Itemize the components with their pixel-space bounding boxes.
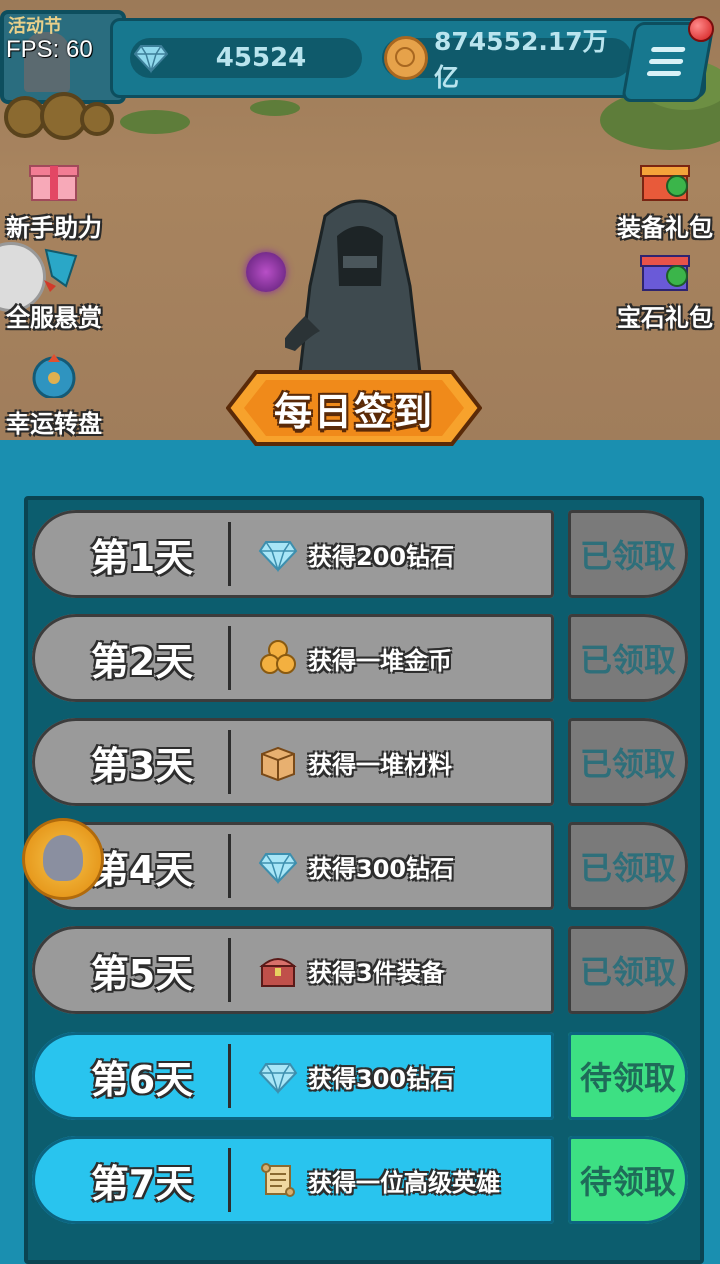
side-button-label: 宝石礼包 xyxy=(617,304,713,332)
row-divider xyxy=(228,1148,231,1212)
scroll-icon xyxy=(258,1160,298,1200)
side-button-label: 新手助力 xyxy=(6,214,102,242)
diamond-icon xyxy=(258,1056,298,1096)
day-row: 第3天 获得一堆材料 已领取 xyxy=(32,718,688,806)
chest-icon xyxy=(258,950,298,990)
diamond-counter: 45524 xyxy=(130,38,362,78)
day-label: 第2天 xyxy=(90,639,194,684)
day-row: 第6天 获得300钻石 待领取 xyxy=(32,1032,688,1120)
coin-icon xyxy=(384,36,428,80)
day-row-body: 第3天 获得一堆材料 xyxy=(32,718,554,806)
row-divider xyxy=(228,522,231,586)
day-row-body: 第4天 获得300钻石 xyxy=(32,822,554,910)
side-button-label: 幸运转盘 xyxy=(6,410,102,438)
row-divider xyxy=(228,626,231,690)
side-button-gem-pack[interactable]: 宝石礼包 xyxy=(612,246,718,333)
claim-button[interactable]: 已领取 xyxy=(568,926,688,1014)
day-label: 第1天 xyxy=(90,535,194,580)
day-row: 第1天 获得200钻石 已领取 xyxy=(32,510,688,598)
side-button-newbie[interactable]: 新手助力 xyxy=(0,156,108,243)
banner-title: 每日签到 xyxy=(273,389,434,434)
side-button-label: 全服悬赏 xyxy=(6,304,102,332)
row-divider xyxy=(228,1044,231,1108)
row-divider xyxy=(228,730,231,794)
day-row: 第4天 获得300钻石 已领取 xyxy=(32,822,688,910)
gears-decoration xyxy=(0,92,120,142)
diamond-icon xyxy=(258,534,298,574)
notification-dot xyxy=(688,16,714,42)
claim-button[interactable]: 待领取 xyxy=(568,1136,688,1224)
coin-bag-icon xyxy=(258,638,298,678)
day-row-body: 第5天 获得3件装备 xyxy=(32,926,554,1014)
day-row-body: 第6天 获得300钻石 xyxy=(32,1032,554,1120)
reward-label: 获得一堆金币 xyxy=(308,646,452,675)
avatar-caption: 活动节 xyxy=(8,16,62,37)
side-button-wheel[interactable]: 幸运转盘 xyxy=(0,352,108,439)
reward-label: 获得300钻石 xyxy=(308,854,455,883)
claim-button[interactable]: 已领取 xyxy=(568,510,688,598)
bounty-icon xyxy=(44,248,78,292)
day-row: 第5天 获得3件装备 已领取 xyxy=(32,926,688,1014)
claim-button[interactable]: 已领取 xyxy=(568,718,688,806)
gift-icon xyxy=(640,255,690,291)
day-label: 第5天 xyxy=(90,951,194,996)
fps-counter: FPS: 60 xyxy=(6,36,93,63)
side-button-bounty[interactable]: 全服悬赏 xyxy=(0,246,108,333)
wheel-icon xyxy=(32,354,76,400)
claim-button[interactable]: 待领取 xyxy=(568,1032,688,1120)
reward-label: 获得200钻石 xyxy=(308,542,455,571)
daily-signin-banner: 每日签到 xyxy=(225,368,483,448)
row-divider xyxy=(228,938,231,1002)
day-row-body: 第1天 获得200钻石 xyxy=(32,510,554,598)
day-row-body: 第2天 获得一堆金币 xyxy=(32,614,554,702)
gold-counter: 874552.17万亿 xyxy=(382,27,632,92)
reward-label: 获得一堆材料 xyxy=(308,750,452,779)
day-row: 第2天 获得一堆金币 已领取 xyxy=(32,614,688,702)
day-label: 第3天 xyxy=(90,743,194,788)
side-button-label: 装备礼包 xyxy=(617,214,713,242)
reward-label: 获得300钻石 xyxy=(308,1064,455,1093)
day-row-body: 第7天 获得一位高级英雄 xyxy=(32,1136,554,1224)
side-button-equipment-pack[interactable]: 装备礼包 xyxy=(612,156,718,243)
claim-button[interactable]: 已领取 xyxy=(568,822,688,910)
magic-orb xyxy=(246,252,286,292)
floating-mascot-button[interactable] xyxy=(22,818,104,900)
day-row: 第7天 获得一位高级英雄 待领取 xyxy=(32,1136,688,1224)
reward-label: 获得3件装备 xyxy=(308,958,445,987)
gift-icon xyxy=(29,165,79,201)
box-icon xyxy=(258,742,298,782)
row-divider xyxy=(228,834,231,898)
reward-label: 获得一位高级英雄 xyxy=(308,1168,500,1197)
gift-icon xyxy=(640,165,690,201)
day-label: 第7天 xyxy=(90,1161,194,1206)
diamond-icon xyxy=(258,846,298,886)
day-label: 第6天 xyxy=(90,1057,194,1102)
claim-button[interactable]: 已领取 xyxy=(568,614,688,702)
diamond-icon xyxy=(134,45,168,74)
